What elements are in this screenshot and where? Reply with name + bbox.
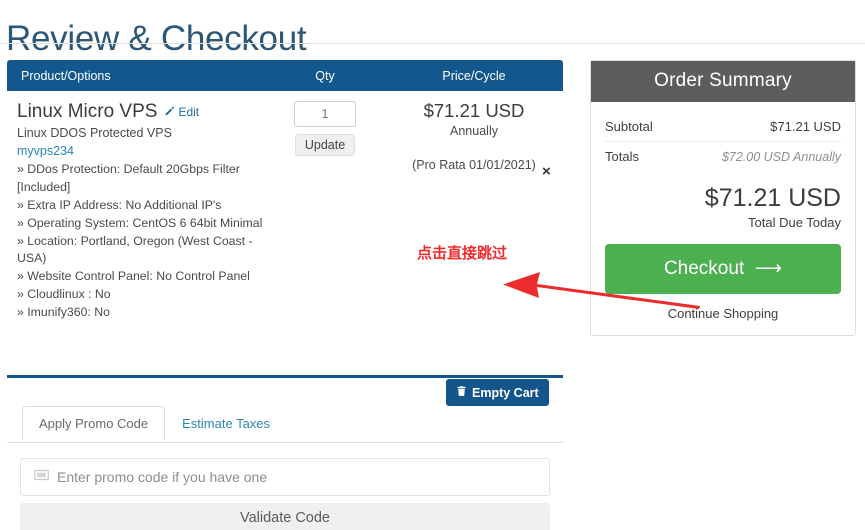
item-price: $71.21 USD: [423, 100, 525, 121]
cart-table-header: Product/Options Qty Price/Cycle: [7, 60, 563, 91]
tab-estimate-taxes[interactable]: Estimate Taxes: [165, 406, 287, 440]
total-due-amount: $71.21 USD: [704, 184, 841, 212]
product-option: » Location: Portland, Oregon (West Coast…: [17, 233, 253, 266]
cart-table: Product/Options Qty Price/Cycle Linux Mi…: [7, 60, 563, 322]
pencil-icon: [164, 106, 175, 117]
arrow-right-icon: ⟶: [749, 258, 783, 280]
edit-product-link[interactable]: Edit: [164, 105, 199, 119]
validate-code-button[interactable]: Validate Code: [20, 503, 550, 530]
cart-bottom-border: [7, 375, 563, 378]
cart-tabs: Apply Promo Code Estimate Taxes: [22, 406, 287, 440]
promo-code-panel: Validate Code: [20, 458, 550, 530]
column-header-price: Price/Cycle: [442, 68, 506, 83]
summary-value: $72.00 USD Annually: [721, 150, 841, 164]
empty-cart-button[interactable]: Empty Cart: [446, 379, 549, 406]
item-pro-rata: (Pro Rata 01/01/2021): [412, 158, 536, 173]
empty-cart-label: Empty Cart: [472, 385, 539, 400]
promo-input-wrapper: [20, 458, 550, 496]
summary-label: Totals: [605, 149, 639, 164]
summary-row-totals: Totals $72.00 USD Annually: [605, 141, 841, 171]
summary-label: Subtotal: [605, 119, 653, 134]
product-description: Linux DDOS Protected VPS: [17, 125, 172, 140]
product-option: » Cloudlinux : No: [17, 287, 111, 302]
tab-apply-promo-code[interactable]: Apply Promo Code: [22, 406, 166, 440]
product-option: » DDos Protection: Default 20Gbps Filter…: [17, 162, 240, 195]
qty-cell: Update: [265, 101, 385, 322]
quantity-input[interactable]: [294, 101, 356, 127]
annotation-text: 点击直接跳过: [417, 244, 508, 262]
summary-value: $71.21 USD: [770, 119, 841, 134]
item-billing-cycle: Annually: [450, 124, 498, 139]
summary-row-subtotal: Subtotal $71.21 USD: [605, 112, 841, 141]
remove-item-button[interactable]: ×: [540, 162, 553, 181]
order-summary-heading: Order Summary: [591, 61, 855, 102]
product-domain: myvps234: [17, 143, 74, 158]
arrow-left-icon: [495, 268, 710, 318]
product-option: » Website Control Panel: No Control Pane…: [17, 269, 250, 284]
update-quantity-button[interactable]: Update: [294, 134, 356, 156]
trash-icon: [456, 385, 467, 400]
tabs-divider: [7, 442, 563, 443]
product-name: Linux Micro VPS: [17, 101, 158, 122]
column-header-product: Product/Options: [21, 68, 111, 83]
product-option: » Operating System: CentOS 6 64bit Minim…: [17, 215, 263, 230]
page-title: Review & Checkout: [6, 19, 307, 59]
edit-label: Edit: [178, 104, 200, 119]
product-cell: Linux Micro VPS Edit Linux DDOS Protecte…: [7, 101, 265, 322]
cart-row: Linux Micro VPS Edit Linux DDOS Protecte…: [7, 91, 563, 322]
promo-code-input[interactable]: [57, 459, 549, 495]
title-divider: [0, 43, 865, 44]
checkout-page: Review & Checkout Product/Options Qty Pr…: [0, 0, 865, 530]
total-due-label: Total Due Today: [748, 215, 841, 231]
product-options-list: » DDos Protection: Default 20Gbps Filter…: [17, 161, 265, 321]
product-option: » Imunify360: No: [17, 304, 110, 319]
product-option: » Extra IP Address: No Additional IP's: [17, 198, 222, 212]
ticket-icon: [34, 468, 49, 486]
column-header-qty: Qty: [315, 68, 335, 83]
